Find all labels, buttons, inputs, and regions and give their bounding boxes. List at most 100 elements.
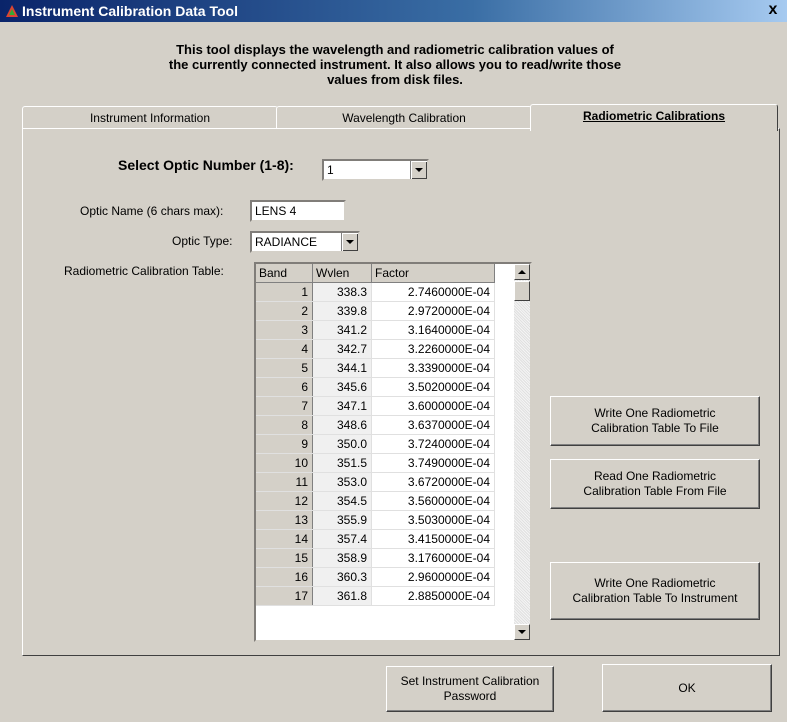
factor-cell[interactable]: 2.8850000E-04 <box>371 586 495 606</box>
optic-type-select[interactable]: RADIANCE <box>250 231 360 253</box>
optic-name-label: Optic Name (6 chars max): <box>80 204 224 218</box>
table-row[interactable]: 3 341.2 3.1640000E-04 <box>256 320 495 340</box>
write-instrument-button-label: Write One Radiometric Calibration Table … <box>572 576 738 605</box>
write-instrument-button[interactable]: Write One Radiometric Calibration Table … <box>550 562 760 620</box>
band-cell[interactable]: 3 <box>256 320 313 340</box>
vertical-scrollbar[interactable] <box>514 264 530 640</box>
band-cell[interactable]: 2 <box>256 301 313 321</box>
band-cell[interactable]: 5 <box>256 358 313 378</box>
scroll-up-icon[interactable] <box>514 264 530 280</box>
table-row[interactable]: 12 354.5 3.5600000E-04 <box>256 491 495 511</box>
wavelength-cell[interactable]: 339.8 <box>312 301 372 321</box>
optic-number-select[interactable]: 1 <box>322 159 429 181</box>
table-row[interactable]: 2 339.8 2.9720000E-04 <box>256 301 495 321</box>
band-cell[interactable]: 6 <box>256 377 313 397</box>
band-cell[interactable]: 4 <box>256 339 313 359</box>
factor-cell[interactable]: 3.7490000E-04 <box>371 453 495 473</box>
table-row[interactable]: 13 355.9 3.5030000E-04 <box>256 510 495 530</box>
band-cell[interactable]: 9 <box>256 434 313 454</box>
factor-cell[interactable]: 3.6000000E-04 <box>371 396 495 416</box>
factor-cell[interactable]: 3.5020000E-04 <box>371 377 495 397</box>
table-row[interactable]: 17 361.8 2.8850000E-04 <box>256 586 495 606</box>
wavelength-cell[interactable]: 338.3 <box>312 282 372 302</box>
table-row[interactable]: 10 351.5 3.7490000E-04 <box>256 453 495 473</box>
factor-cell[interactable]: 2.7460000E-04 <box>371 282 495 302</box>
calibration-tool-window: Instrument Calibration Data Tool x This … <box>0 0 787 722</box>
close-button[interactable]: x <box>765 2 781 18</box>
window-title: Instrument Calibration Data Tool <box>22 3 238 19</box>
table-row[interactable]: 9 350.0 3.7240000E-04 <box>256 434 495 454</box>
wavelength-cell[interactable]: 354.5 <box>312 491 372 511</box>
factor-cell[interactable]: 2.9600000E-04 <box>371 567 495 587</box>
wavelength-cell[interactable]: 341.2 <box>312 320 372 340</box>
table-row[interactable]: 4 342.7 3.2260000E-04 <box>256 339 495 359</box>
table-label: Radiometric Calibration Table: <box>64 264 224 278</box>
table-row[interactable]: 8 348.6 3.6370000E-04 <box>256 415 495 435</box>
table-row[interactable]: 1 338.3 2.7460000E-04 <box>256 282 495 302</box>
wavelength-cell[interactable]: 351.5 <box>312 453 372 473</box>
write-file-button[interactable]: Write One Radiometric Calibration Table … <box>550 396 760 446</box>
band-cell[interactable]: 13 <box>256 510 313 530</box>
radiometric-calibration-table[interactable]: Band Wvlen Factor 1 338.3 2.7460000E-04 2 33… <box>254 262 532 642</box>
factor-cell[interactable]: 3.6370000E-04 <box>371 415 495 435</box>
wavelength-cell[interactable]: 358.9 <box>312 548 372 568</box>
band-cell[interactable]: 15 <box>256 548 313 568</box>
band-cell[interactable]: 12 <box>256 491 313 511</box>
scroll-down-icon[interactable] <box>514 624 530 640</box>
factor-cell[interactable]: 3.2260000E-04 <box>371 339 495 359</box>
band-cell[interactable]: 11 <box>256 472 313 492</box>
band-cell[interactable]: 10 <box>256 453 313 473</box>
factor-cell[interactable]: 3.1760000E-04 <box>371 548 495 568</box>
wavelength-cell[interactable]: 350.0 <box>312 434 372 454</box>
band-cell[interactable]: 14 <box>256 529 313 549</box>
description-text: This tool displays the wavelength and ra… <box>70 42 720 87</box>
set-password-button[interactable]: Set Instrument Calibration Password <box>386 666 554 712</box>
wavelength-cell[interactable]: 345.6 <box>312 377 372 397</box>
column-header-factor[interactable]: Factor <box>371 264 495 283</box>
band-cell[interactable]: 8 <box>256 415 313 435</box>
wavelength-cell[interactable]: 342.7 <box>312 339 372 359</box>
read-file-button[interactable]: Read One Radiometric Calibration Table F… <box>550 459 760 509</box>
title-bar[interactable]: Instrument Calibration Data Tool <box>0 0 787 22</box>
ok-button[interactable]: OK <box>602 664 772 712</box>
band-cell[interactable]: 7 <box>256 396 313 416</box>
table-row[interactable]: 14 357.4 3.4150000E-04 <box>256 529 495 549</box>
table-row[interactable]: 6 345.6 3.5020000E-04 <box>256 377 495 397</box>
factor-cell[interactable]: 3.7240000E-04 <box>371 434 495 454</box>
band-cell[interactable]: 1 <box>256 282 313 302</box>
column-header-wvlen[interactable]: Wvlen <box>312 264 372 283</box>
factor-cell[interactable]: 2.9720000E-04 <box>371 301 495 321</box>
table-row[interactable]: 15 358.9 3.1760000E-04 <box>256 548 495 568</box>
factor-cell[interactable]: 3.3390000E-04 <box>371 358 495 378</box>
factor-cell[interactable]: 3.4150000E-04 <box>371 529 495 549</box>
wavelength-cell[interactable]: 360.3 <box>312 567 372 587</box>
factor-cell[interactable]: 3.5600000E-04 <box>371 491 495 511</box>
factor-cell[interactable]: 3.5030000E-04 <box>371 510 495 530</box>
chevron-down-icon[interactable] <box>341 233 358 251</box>
optic-name-field[interactable]: LENS 4 <box>250 200 346 222</box>
read-file-button-label: Read One Radiometric Calibration Table F… <box>583 469 727 498</box>
factor-cell[interactable]: 3.6720000E-04 <box>371 472 495 492</box>
wavelength-cell[interactable]: 357.4 <box>312 529 372 549</box>
tab-wavelength-calibration[interactable]: Wavelength Calibration <box>276 106 532 129</box>
wavelength-cell[interactable]: 348.6 <box>312 415 372 435</box>
wavelength-cell[interactable]: 344.1 <box>312 358 372 378</box>
table-row[interactable]: 16 360.3 2.9600000E-04 <box>256 567 495 587</box>
factor-cell[interactable]: 3.1640000E-04 <box>371 320 495 340</box>
ok-button-label: OK <box>678 680 696 695</box>
wavelength-cell[interactable]: 361.8 <box>312 586 372 606</box>
wavelength-cell[interactable]: 355.9 <box>312 510 372 530</box>
band-cell[interactable]: 16 <box>256 567 313 587</box>
scroll-thumb[interactable] <box>514 281 530 301</box>
table-row[interactable]: 7 347.1 3.6000000E-04 <box>256 396 495 416</box>
set-password-button-label: Set Instrument Calibration Password <box>400 674 540 703</box>
chevron-down-icon[interactable] <box>410 161 427 179</box>
wavelength-cell[interactable]: 353.0 <box>312 472 372 492</box>
band-cell[interactable]: 17 <box>256 586 313 606</box>
table-row[interactable]: 11 353.0 3.6720000E-04 <box>256 472 495 492</box>
tab-radiometric-calibrations[interactable]: Radiometric Calibrations <box>530 104 778 131</box>
tab-instrument-information[interactable]: Instrument Information <box>22 106 278 129</box>
column-header-band[interactable]: Band <box>256 264 313 283</box>
table-row[interactable]: 5 344.1 3.3390000E-04 <box>256 358 495 378</box>
wavelength-cell[interactable]: 347.1 <box>312 396 372 416</box>
